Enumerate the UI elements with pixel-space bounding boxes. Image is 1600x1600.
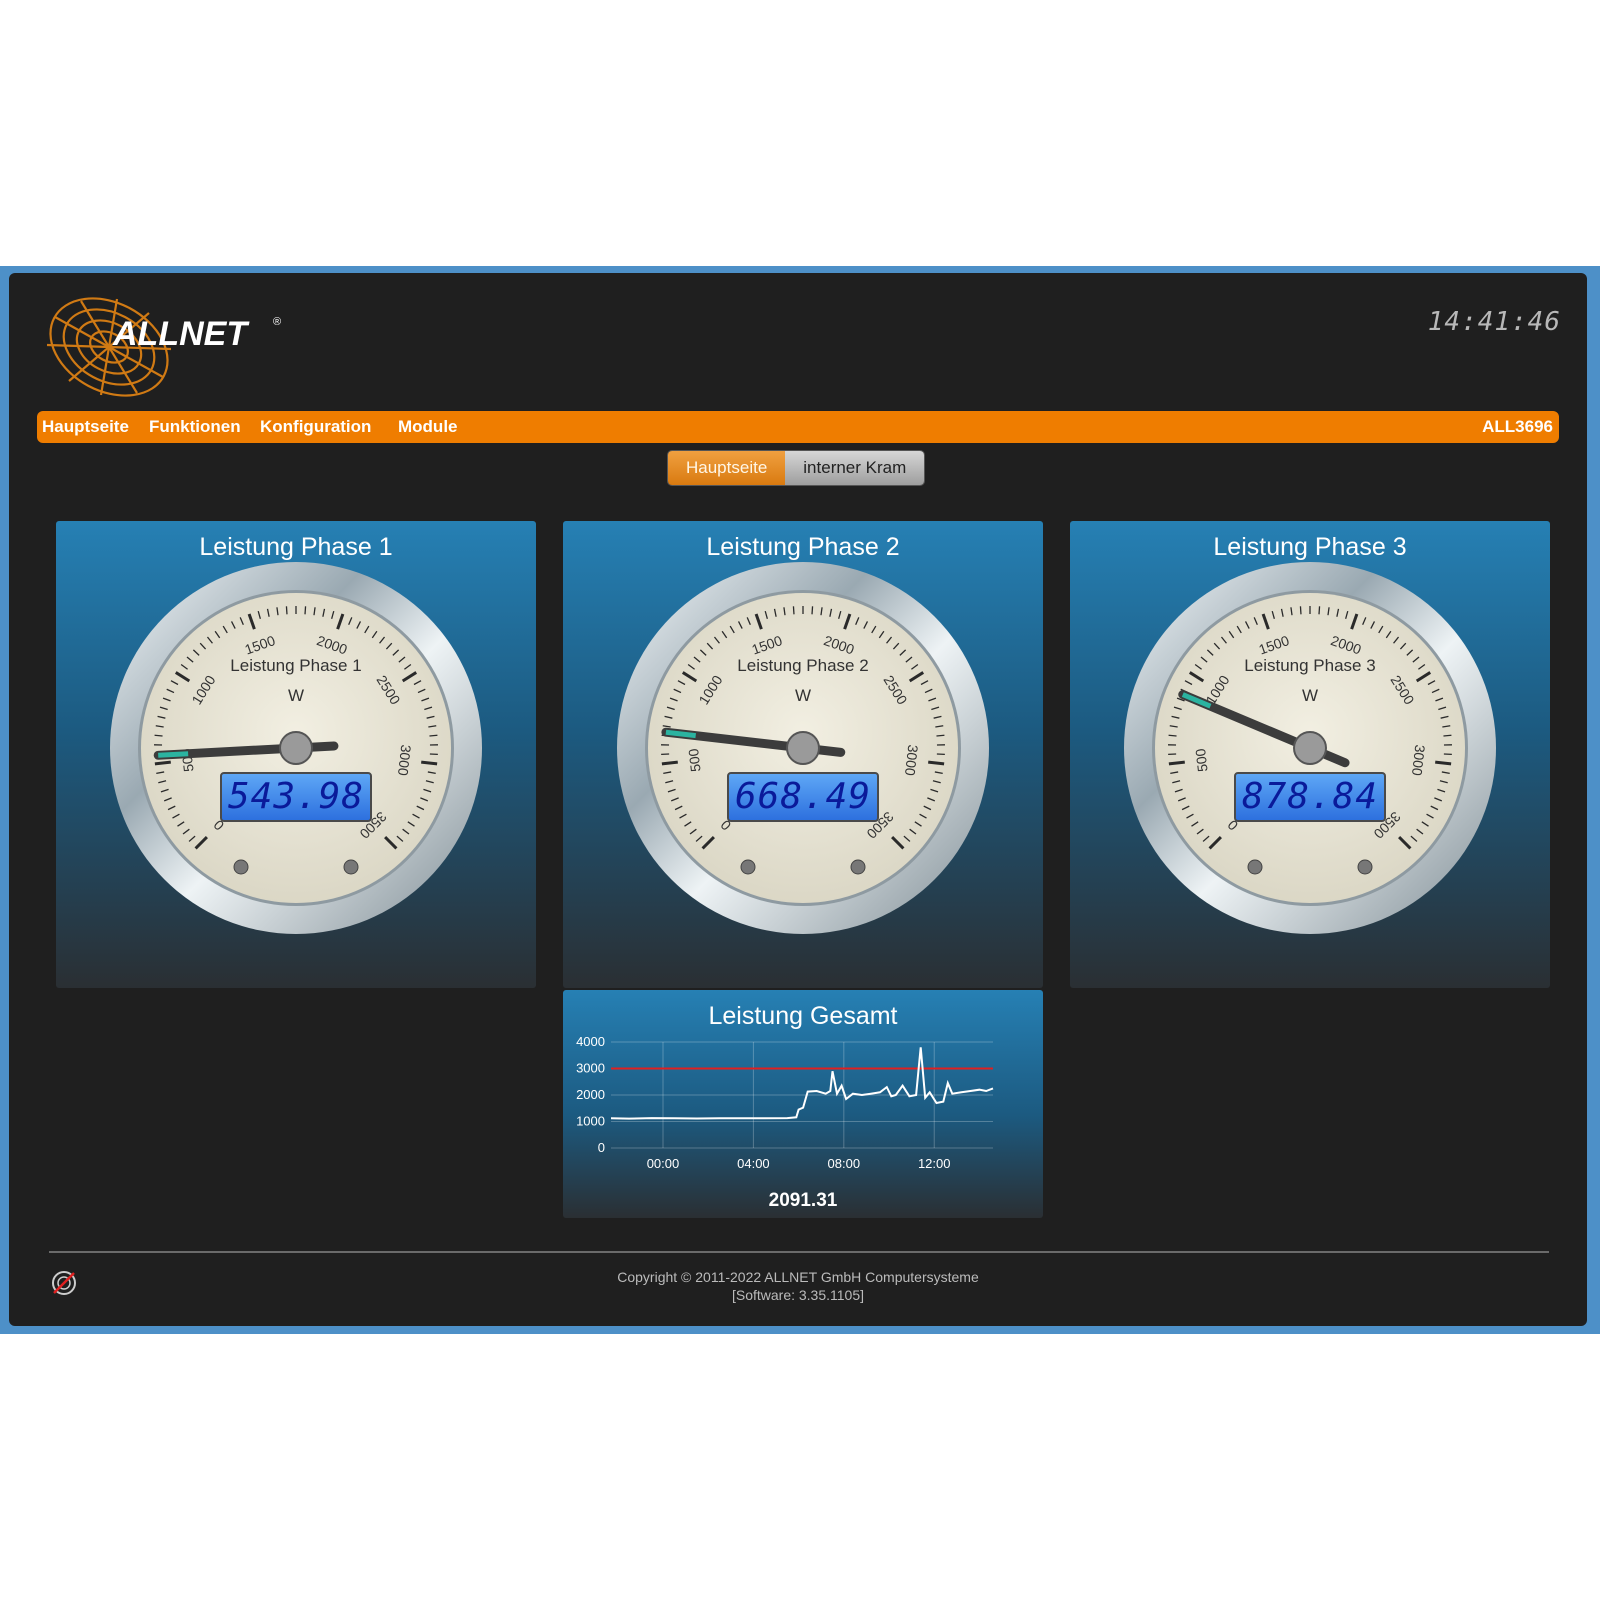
device-name: ALL3696 [1482,417,1553,436]
gauge-inner-label: Leistung Phase 1 [230,656,361,675]
gauge-min-led [740,859,756,875]
chart-y-tick-label: 3000 [576,1061,605,1076]
gauge-max-led [343,859,359,875]
gauge-unit-label: W [288,686,304,705]
gauge-inner-label: Leistung Phase 2 [737,656,868,675]
chart-series-line [610,1047,994,1120]
clock: 14:41:46 [1427,307,1561,337]
gauge-inner-label: Leistung Phase 3 [1244,656,1375,675]
gauge-minor-tick [1318,606,1321,615]
chart-x-tick-label: 08:00 [828,1156,861,1171]
allnet-logo: ALLNET ® [46,297,281,397]
gauge-panel-phase-3: Leistung Phase 3 0 500 1000 1500 2000 2500 300… [1070,521,1550,988]
app-container: ALLNET ® 14:41:46 Hauptseite Funktionen … [9,273,1587,1326]
panel-title: Leistung Phase 1 [199,533,393,561]
gauge-needle-hub [279,731,313,765]
gauge-max-led [850,859,866,875]
logo-text: ALLNET [112,315,250,353]
gauge-minor-tick [811,606,814,615]
nav-konfiguration[interactable]: Konfiguration [260,417,371,437]
window-frame: ALLNET ® 14:41:46 Hauptseite Funktionen … [0,266,1600,1334]
chart-x-tick-label: 00:00 [647,1156,680,1171]
gauge-needle-tip [158,751,189,758]
nav-module[interactable]: Module [398,417,458,437]
gauge-major-tick [661,760,678,766]
gauge-minor-tick [1443,734,1452,737]
panel-title: Leistung Phase 3 [1213,533,1407,561]
gauge-needle-tip [665,729,696,739]
gauge-minor-tick [936,734,945,737]
gauge-minor-tick [1299,606,1302,615]
copyright-text: Copyright © 2011-2022 ALLNET GmbH Comput… [617,1269,979,1285]
tab-interner-kram[interactable]: interner Kram [785,451,925,485]
total-power-value: 2091.31 [768,1190,838,1211]
main-navbar: Hauptseite Funktionen Konfiguration Modu… [37,411,1559,443]
svg-text:®: ® [273,316,281,328]
gauge-unit-label: W [1302,686,1318,705]
chart-y-tick-label: 4000 [576,1034,605,1049]
gauge-minor-tick [792,606,795,615]
software-version: [Software: 3.35.1105] [731,1287,865,1303]
gauge-minor-tick [1168,734,1177,737]
power-gauge: 050010001500 2000250030003500Leistung Pha… [1124,562,1496,934]
gauge-lcd-value: 668.49 [735,776,871,817]
gauge-min-led [1247,859,1263,875]
gauge-needle-hub [786,731,820,765]
gauge-minor-tick [429,734,438,737]
nav-hauptseite[interactable]: Hauptseite [42,417,129,437]
gauge-unit-label: W [795,686,811,705]
gauge-major-tick [1435,760,1452,766]
gauge-major-tick [928,760,945,766]
gauge-lcd-value: 878.84 [1242,776,1378,817]
chart-y-tick-label: 2000 [576,1087,605,1102]
gauge-major-tick [421,760,438,766]
gauge-major-tick [154,760,171,766]
chart-title: Leistung Gesamt [708,1002,898,1030]
total-power-chart: 0 1000 2000 3000 4000 00:00 04:00 08:00 12:00 [576,1034,994,1171]
gauge-minor-tick [304,606,307,615]
chart-y-tick-label: 0 [598,1140,605,1155]
total-power-panel: Leistung Gesamt 0 1000 2000 3000 4000 00:00 04… [563,990,1043,1218]
power-gauge: 050010001500 2000250030003500Leistung Pha… [110,562,482,934]
nav-funktionen[interactable]: Funktionen [149,417,241,437]
gauge-major-tick [1168,760,1185,766]
footer-divider [49,1251,1549,1253]
power-gauge: 050010001500 2000250030003500Leistung Pha… [617,562,989,934]
sub-tabs: Hauptseite interner Kram [667,450,926,486]
chart-y-tick-label: 1000 [576,1114,605,1129]
tab-hauptseite[interactable]: Hauptseite [668,451,786,485]
gauge-tick-label: 500 [1192,748,1211,773]
copyright-block: Copyright © 2011-2022 ALLNET GmbH Comput… [9,1268,1587,1304]
gauge-minor-tick [154,734,163,737]
gauge-needle-hub [1293,731,1327,765]
gauge-minor-tick [285,606,288,615]
chart-x-tick-label: 04:00 [737,1156,770,1171]
chart-x-tick-label: 12:00 [918,1156,951,1171]
gauge-tick-label: 500 [685,748,704,773]
gauge-panel-phase-1: Leistung Phase 1 0 500 1000 1500 2000 2500 300… [56,521,536,988]
gauge-panel-phase-2: Leistung Phase 2 0 500 1000 1500 2000 2500 300… [563,521,1043,988]
gauge-min-led [233,859,249,875]
panel-title: Leistung Phase 2 [706,533,900,561]
gauge-max-led [1357,859,1373,875]
gauge-lcd-value: 543.98 [228,776,364,817]
